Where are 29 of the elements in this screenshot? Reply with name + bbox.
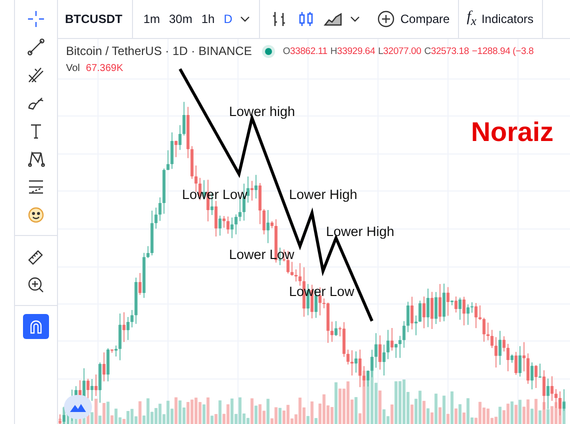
pattern-icon (26, 148, 46, 168)
magnet-button[interactable] (23, 314, 49, 339)
interval-button[interactable]: 30m (165, 10, 196, 28)
annotation-label: Lower High (289, 187, 358, 202)
ohlc-value: C32573.18 (424, 46, 469, 56)
symbol-label[interactable]: BTCUSDT (58, 12, 132, 26)
interval-button[interactable]: 1h (197, 10, 219, 28)
caret-icon[interactable] (240, 16, 250, 22)
symbol-title: Bitcoin / TetherUS · 1D · BINANCE (66, 44, 252, 58)
annotation-label: Lower High (326, 224, 394, 239)
zoom-icon (26, 274, 46, 294)
interval-button[interactable]: D (220, 10, 236, 28)
plus-circle-icon (377, 10, 396, 28)
indicators-button[interactable]: f$_{x}$ Indicators (458, 9, 542, 29)
volume-label: Vol (66, 63, 80, 74)
ohlc-value: H33929.64 (330, 46, 376, 56)
logo-button[interactable] (64, 395, 92, 419)
emoji-icon (26, 204, 46, 224)
compare-button[interactable]: Compare (369, 10, 458, 28)
change-value: −1288.94 (−3.8 (472, 46, 534, 56)
line-icon (26, 36, 46, 56)
caret-icon[interactable] (350, 16, 360, 22)
crosshair-icon (26, 8, 46, 28)
annotation-label: Lower high (229, 104, 296, 119)
interval-button[interactable]: 1m (139, 10, 164, 28)
author-label: Noraiz (471, 117, 554, 147)
ohlc-value: O33862.11 (282, 46, 328, 56)
volume-value: 67.369K (86, 63, 124, 74)
ohlc-value: L32077.00 (378, 46, 422, 56)
